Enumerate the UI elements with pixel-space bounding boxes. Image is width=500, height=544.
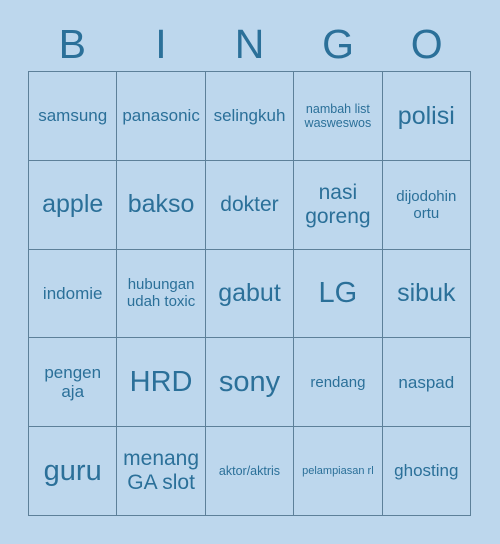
bingo-cell[interactable]: selingkuh <box>205 72 295 161</box>
bingo-cell[interactable]: apple <box>29 160 118 250</box>
bingo-cell[interactable]: nambah list wasweswos <box>294 72 383 161</box>
bingo-cell-label: selingkuh <box>213 106 286 126</box>
bingo-cell[interactable]: sony <box>205 338 295 428</box>
bingo-cell[interactable]: pengen aja <box>29 338 118 428</box>
bingo-cell-label: rendang <box>310 373 366 391</box>
bingo-cell-label: bakso <box>127 190 195 219</box>
bingo-cell[interactable]: panasonic <box>117 72 206 161</box>
bingo-cell[interactable]: aktor/aktris <box>205 427 295 516</box>
bingo-cell-label: pengen aja <box>44 362 102 402</box>
header-letter-b: B <box>58 21 86 67</box>
bingo-cell-label: polisi <box>397 101 455 130</box>
header-letter-g: G <box>322 21 355 67</box>
bingo-cell[interactable]: hubungan udah toxic <box>117 249 206 339</box>
bingo-cell[interactable]: HRD <box>117 338 206 428</box>
bingo-cell-label: naspad <box>398 372 455 392</box>
bingo-cell-label: HRD <box>129 365 193 398</box>
bingo-cell[interactable]: sibuk <box>382 249 471 339</box>
bingo-cell-label: samsung <box>38 106 108 126</box>
bingo-cell[interactable]: pelampiasan rl <box>294 427 383 516</box>
header-letter-i: I <box>155 21 167 67</box>
bingo-cell-label: sibuk <box>397 279 456 308</box>
bingo-cell-label: dijodohin ortu <box>396 187 457 222</box>
bingo-card: B I N G O samsung panasonic selingkuh na… <box>0 0 500 544</box>
header-letter-o: O <box>410 21 443 67</box>
bingo-cell-label: panasonic <box>122 106 200 126</box>
bingo-cell[interactable]: dijodohin ortu <box>382 160 471 250</box>
bingo-cell-label: LG <box>318 276 358 309</box>
bingo-cell[interactable]: nasi goreng <box>294 160 383 250</box>
bingo-cell-label: nasi goreng <box>305 180 371 228</box>
bingo-grid: samsung panasonic selingkuh nambah list … <box>28 71 471 516</box>
bingo-cell[interactable]: menang GA slot <box>117 427 206 516</box>
bingo-header: B I N G O <box>28 18 471 71</box>
bingo-cell-label: dokter <box>220 192 279 216</box>
bingo-cell[interactable]: LG <box>294 249 383 339</box>
bingo-cell-label: gabut <box>218 279 281 308</box>
bingo-cell[interactable]: gabut <box>205 249 295 339</box>
bingo-cell-label: menang GA slot <box>123 447 200 495</box>
bingo-cell[interactable]: guru <box>29 427 118 516</box>
bingo-cell-label: hubungan udah toxic <box>126 276 196 311</box>
bingo-cell[interactable]: dokter <box>205 160 295 250</box>
bingo-cell[interactable]: bakso <box>117 160 206 250</box>
bingo-cell[interactable]: indomie <box>29 249 118 339</box>
bingo-cell[interactable]: rendang <box>294 338 383 428</box>
bingo-cell[interactable]: ghosting <box>382 427 471 516</box>
bingo-cell-label: guru <box>43 454 102 487</box>
bingo-cell-label: apple <box>42 190 104 219</box>
header-letter-n: N <box>234 21 265 67</box>
bingo-cell-label: pelampiasan rl <box>302 464 374 477</box>
bingo-cell[interactable]: polisi <box>382 72 471 161</box>
bingo-cell[interactable]: naspad <box>382 338 471 428</box>
bingo-cell-label: indomie <box>42 283 103 303</box>
bingo-cell-label: sony <box>218 365 281 398</box>
bingo-cell-label: nambah list wasweswos <box>304 101 372 130</box>
bingo-cell[interactable]: samsung <box>29 72 118 161</box>
bingo-cell-label: ghosting <box>394 461 459 481</box>
bingo-cell-label: aktor/aktris <box>218 463 281 478</box>
